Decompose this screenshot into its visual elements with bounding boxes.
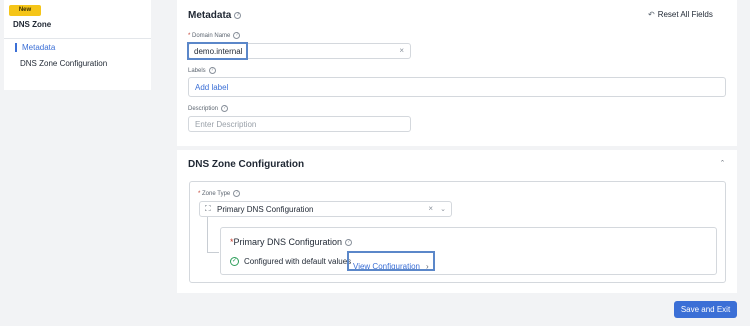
zone-type-icon: ⛶ bbox=[205, 204, 211, 213]
metadata-section: Metadata? ↶ Reset All Fields * Domain Nam… bbox=[177, 0, 737, 146]
primary-dns-configuration-title: *Primary DNS Configuration? bbox=[230, 237, 353, 247]
zone-type-select[interactable]: ⛶ Primary DNS Configuration × ⌄ bbox=[199, 201, 452, 217]
reset-all-fields-button[interactable]: ↶ Reset All Fields bbox=[648, 10, 713, 19]
sidebar: New DNS Zone Metadata DNS Zone Configura… bbox=[4, 0, 151, 90]
tree-connector bbox=[207, 252, 219, 253]
clear-icon[interactable]: × bbox=[399, 46, 404, 55]
help-icon[interactable]: ? bbox=[233, 32, 241, 39]
help-icon[interactable]: ? bbox=[221, 105, 229, 112]
domain-name-field[interactable]: demo.internal × bbox=[187, 42, 411, 60]
sidebar-item-metadata[interactable]: Metadata bbox=[15, 43, 55, 52]
zone-type-label: * Zone Type? bbox=[198, 190, 241, 197]
zone-type-panel: * Zone Type? ⛶ Primary DNS Configuration… bbox=[189, 181, 726, 283]
help-icon[interactable]: ? bbox=[208, 67, 216, 74]
save-and-exit-button[interactable]: Save and Exit bbox=[674, 301, 737, 318]
collapse-chevron-icon[interactable]: ˆ bbox=[721, 159, 724, 169]
zone-type-value: Primary DNS Configuration bbox=[217, 205, 314, 214]
sidebar-divider bbox=[4, 38, 151, 39]
dns-zone-configuration-section: DNS Zone Configuration ˆ * Zone Type? ⛶ … bbox=[177, 150, 737, 293]
sidebar-item-dns-zone-configuration[interactable]: DNS Zone Configuration bbox=[15, 59, 107, 68]
help-icon[interactable]: ? bbox=[345, 239, 353, 247]
clear-icon[interactable]: × bbox=[428, 204, 433, 213]
help-icon[interactable]: ? bbox=[233, 190, 241, 197]
new-badge: New bbox=[9, 5, 41, 16]
description-placeholder: Enter Description bbox=[195, 120, 257, 129]
add-label-link[interactable]: Add label bbox=[195, 83, 228, 92]
domain-name-input[interactable]: demo.internal bbox=[187, 42, 248, 60]
description-label: Description? bbox=[188, 105, 229, 112]
tree-connector bbox=[207, 217, 208, 252]
undo-icon: ↶ bbox=[648, 10, 655, 19]
sidebar-title: DNS Zone bbox=[13, 20, 52, 29]
dns-zone-configuration-title: DNS Zone Configuration bbox=[188, 159, 305, 170]
description-input[interactable]: Enter Description bbox=[188, 116, 411, 132]
chevron-right-icon: › bbox=[426, 262, 429, 271]
view-configuration-button[interactable]: View Configuration › bbox=[347, 251, 435, 271]
primary-dns-configuration-panel: *Primary DNS Configuration? ✓ Configured… bbox=[220, 227, 717, 275]
chevron-down-icon[interactable]: ⌄ bbox=[440, 205, 446, 213]
reset-all-fields-label: Reset All Fields bbox=[657, 10, 713, 19]
configured-status-text: Configured with default values bbox=[244, 257, 352, 266]
domain-name-label: * Domain Name? bbox=[188, 32, 241, 39]
metadata-title: Metadata? bbox=[188, 10, 242, 21]
labels-field: Add label bbox=[188, 77, 726, 97]
check-circle-icon: ✓ bbox=[230, 257, 239, 266]
labels-label: Labels? bbox=[188, 67, 216, 74]
view-configuration-label: View Configuration bbox=[353, 262, 421, 271]
help-icon[interactable]: ? bbox=[234, 11, 242, 19]
